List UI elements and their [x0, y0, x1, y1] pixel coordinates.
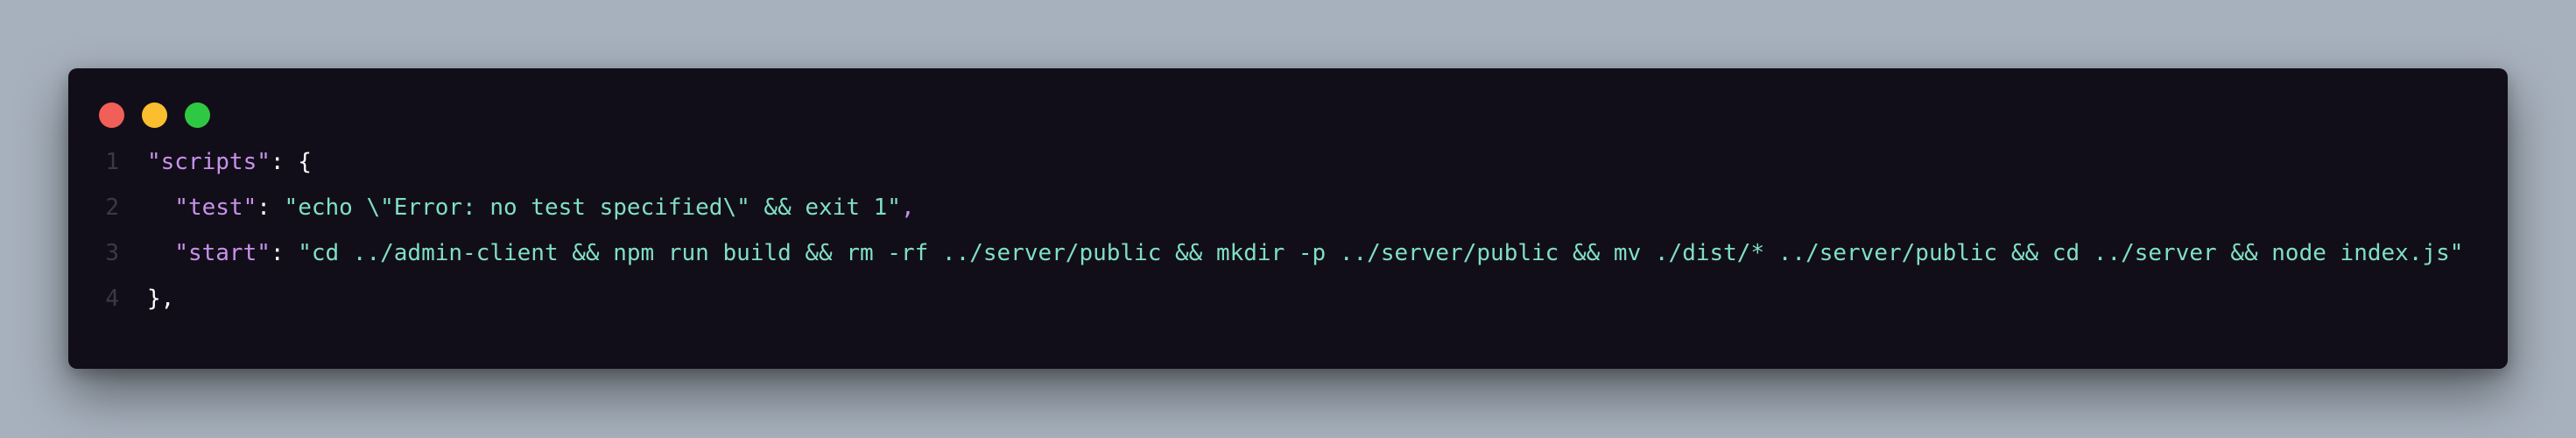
code-window: 1 "scripts": { 2 "test": "echo \"Error: … [68, 68, 2508, 369]
line-number: 2 [105, 194, 119, 221]
json-key: "test" [174, 194, 257, 221]
json-key: "start" [174, 240, 271, 266]
key-separator: : [270, 240, 299, 266]
close-button[interactable] [99, 102, 124, 128]
line-tail: { [298, 149, 312, 175]
json-value: "echo \"Error: no test specified\" && ex… [284, 194, 901, 221]
code-line: 4 }, [68, 276, 2508, 321]
zoom-button[interactable] [185, 102, 210, 128]
code-line: 2 "test": "echo \"Error: no test specifi… [68, 185, 2508, 230]
code-block: 1 "scripts": { 2 "test": "echo \"Error: … [68, 139, 2508, 321]
line-number: 4 [105, 286, 119, 312]
json-key: "scripts" [147, 149, 271, 175]
line-tail: , [900, 194, 915, 221]
line-tail: }, [147, 286, 175, 312]
line-number: 1 [105, 149, 119, 175]
minimize-button[interactable] [142, 102, 167, 128]
json-value: "cd ../admin-client && npm run build && … [298, 240, 2464, 266]
code-line: 3 "start": "cd ../admin-client && npm ru… [68, 230, 2508, 276]
line-number: 3 [105, 240, 119, 266]
code-line: 1 "scripts": { [68, 139, 2508, 185]
key-separator: : [270, 149, 299, 175]
key-separator: : [257, 194, 285, 221]
window-controls [99, 102, 210, 128]
